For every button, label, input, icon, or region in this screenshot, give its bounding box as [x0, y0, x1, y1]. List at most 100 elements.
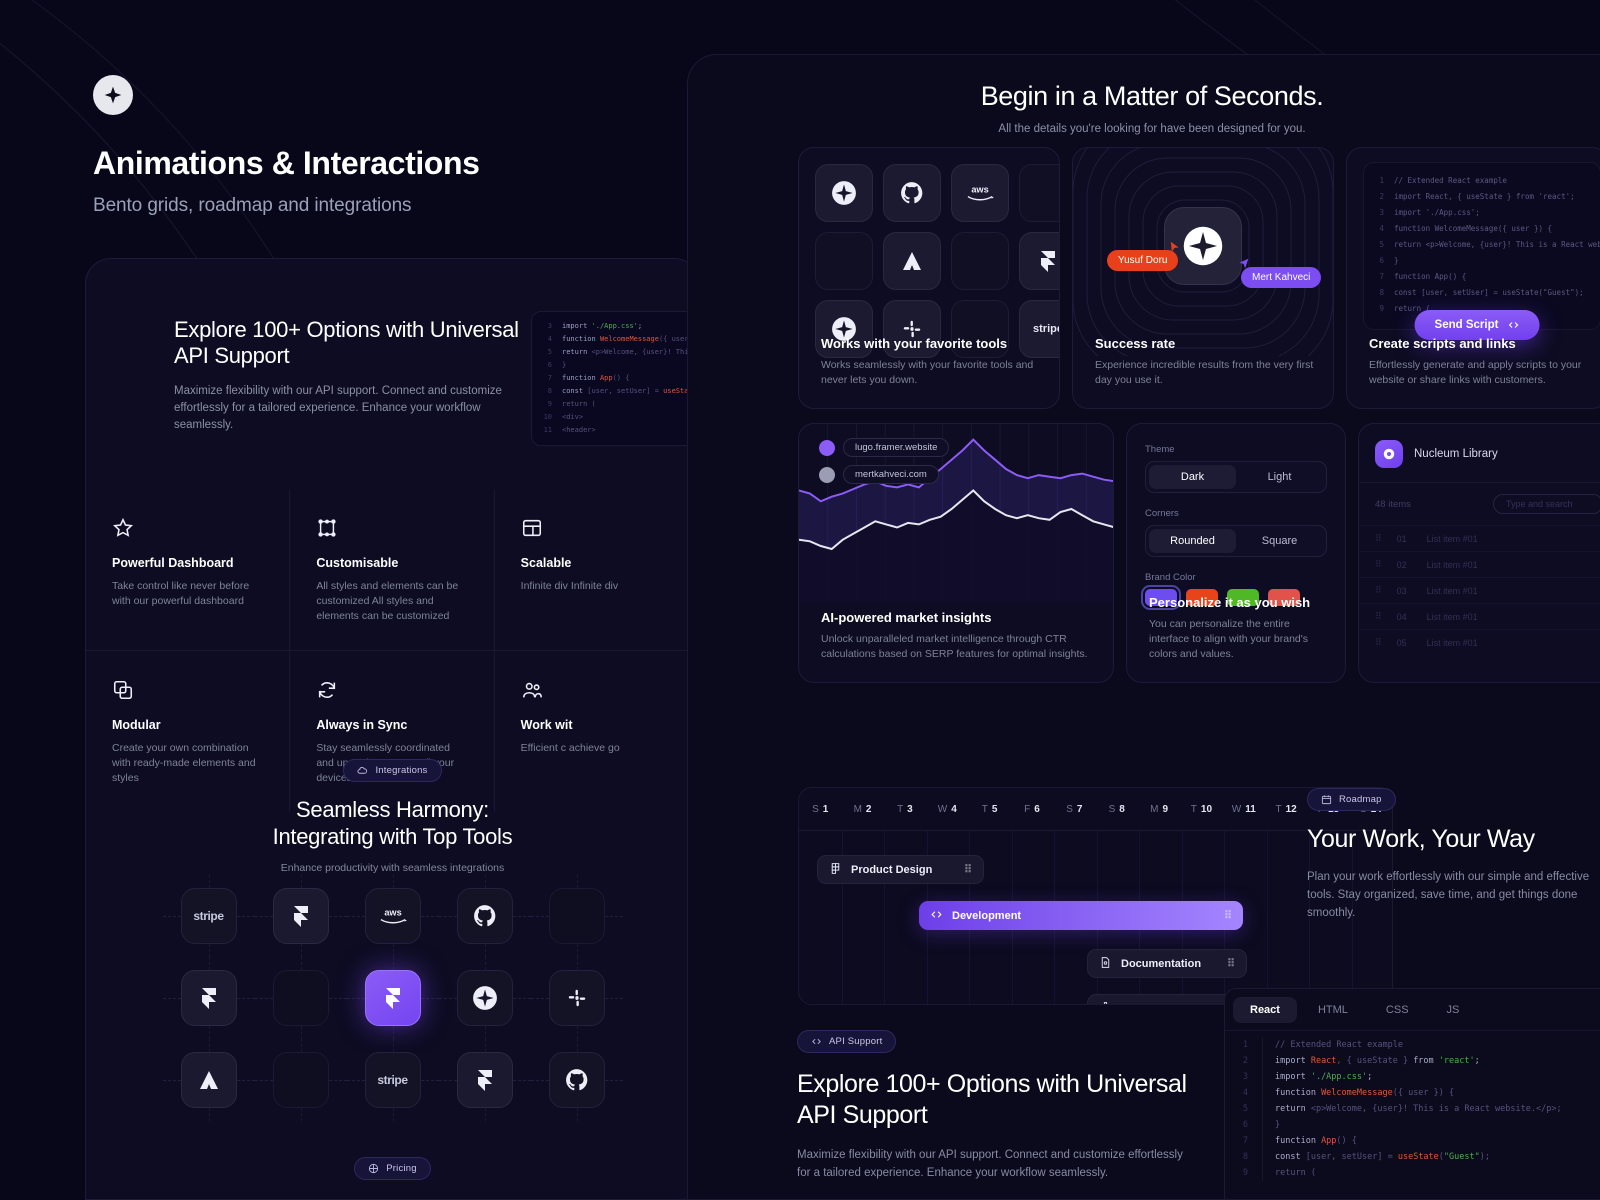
day-letter: T: [897, 803, 904, 815]
framer-active-logo-icon[interactable]: [364, 970, 421, 1026]
library-list-item[interactable]: ⠿ 01 List item #01: [1359, 525, 1600, 551]
pricing-badge[interactable]: Pricing: [354, 1157, 431, 1180]
aws-logo-icon[interactable]: aws: [951, 164, 1009, 222]
framer-logo-icon[interactable]: [272, 888, 329, 944]
framer-logo-icon[interactable]: [1019, 232, 1059, 290]
aws-logo-icon[interactable]: aws: [364, 888, 421, 944]
editor-tab-css[interactable]: CSS: [1369, 997, 1426, 1023]
feature-title: Always in Sync: [316, 718, 408, 732]
line-number: 1: [1379, 176, 1384, 185]
library-list-item[interactable]: ⠿ 04 List item #01: [1359, 603, 1600, 629]
legend-entry[interactable]: lugo.framer.website: [819, 438, 950, 457]
github-logo-icon[interactable]: [456, 888, 513, 944]
library-list-item[interactable]: ⠿ 05 List item #01: [1359, 629, 1600, 655]
code-icon: [1508, 322, 1519, 328]
sparkle-logo-icon[interactable]: [456, 970, 513, 1026]
stripe-logo-icon[interactable]: stripe: [364, 1052, 421, 1108]
api-support-badge[interactable]: API Support: [797, 1030, 897, 1053]
integration-logo-cell: [530, 1039, 623, 1121]
line-text: function App() {: [562, 374, 630, 382]
library-list-item[interactable]: ⠿ 02 List item #01: [1359, 551, 1600, 577]
day-number: 4: [951, 803, 957, 815]
roadmap-task-documentation[interactable]: Documentation ⠿: [1087, 949, 1247, 978]
library-item-label: List item #01: [1426, 637, 1478, 648]
roadmap-task-label: Product Design: [851, 863, 933, 876]
drag-handle-icon[interactable]: ⠿: [1375, 533, 1383, 544]
drag-handle-icon[interactable]: ⠿: [1227, 957, 1235, 970]
line-number: 7: [1379, 272, 1384, 281]
roadmap-badge[interactable]: Roadmap: [1307, 788, 1396, 811]
corners-option-square[interactable]: Square: [1236, 529, 1323, 553]
integration-logo-cell: stripe: [346, 1039, 439, 1121]
code-line: 2 import React, { useState } from 'react'…: [1364, 189, 1600, 205]
roadmap-task-development[interactable]: Development ⠿: [919, 901, 1243, 930]
bento-card-insights: lugo.framer.website mertkahveci.com AI-po…: [798, 423, 1114, 683]
code-line: 4 function WelcomeMessage({ user }) {: [1225, 1085, 1600, 1101]
stripe-logo-icon[interactable]: stripe: [180, 888, 237, 944]
atlassian-logo-icon[interactable]: [883, 232, 941, 290]
line-text: const [user, setUser] = useState("Guest"…: [1275, 1152, 1490, 1162]
integrations-badge[interactable]: Integrations: [343, 759, 442, 782]
page-title: Animations & Interactions: [93, 145, 480, 181]
integration-logo-cell: [162, 957, 255, 1039]
library-toolbar: 48 items Type and search: [1359, 483, 1600, 525]
library-item-label: List item #01: [1426, 585, 1478, 596]
api-support-block: API Support Explore 100+ Options with Un…: [797, 1030, 1197, 1182]
theme-option-dark[interactable]: Dark: [1149, 465, 1236, 489]
theme-segmented-control[interactable]: Dark Light: [1145, 461, 1327, 493]
code-line: 6}: [1225, 1117, 1600, 1133]
code-line: 8 const [user, setUser] = useState("Gues…: [1364, 285, 1600, 301]
brand-color-label: Brand Color: [1145, 572, 1196, 583]
theme-option-light[interactable]: Light: [1236, 465, 1323, 489]
library-list-item[interactable]: ⠿ 03 List item #01: [1359, 577, 1600, 603]
integration-logo-cell: [530, 957, 623, 1039]
drag-handle-icon[interactable]: ⠿: [1375, 559, 1383, 570]
editor-tab-js[interactable]: JS: [1430, 997, 1477, 1023]
roadmap-day-cell: M9: [1138, 788, 1180, 830]
sparkle-logo-icon[interactable]: [815, 164, 873, 222]
line-text: return (: [1275, 1168, 1316, 1178]
feature-desc: Take control like never before with our …: [112, 580, 250, 607]
library-item-count: 48 items: [1375, 498, 1411, 510]
legend-entry[interactable]: mertkahveci.com: [819, 465, 949, 484]
drag-handle-icon[interactable]: ⠿: [1375, 585, 1383, 596]
tool-placeholder[interactable]: [815, 232, 873, 290]
feature-title: Powerful Dashboard: [112, 556, 234, 570]
tool-placeholder[interactable]: [951, 232, 1009, 290]
editor-tab-react[interactable]: React: [1233, 997, 1297, 1023]
roadmap-task-product-design[interactable]: Product Design ⠿: [817, 855, 984, 884]
integration-logo-cell: [438, 875, 531, 957]
tool-placeholder[interactable]: [1019, 164, 1059, 222]
corners-option-rounded[interactable]: Rounded: [1149, 529, 1236, 553]
framer-logo-icon[interactable]: [180, 970, 237, 1026]
line-text: }: [1394, 256, 1399, 265]
corners-label: Corners: [1145, 508, 1179, 519]
corners-segmented-control[interactable]: Rounded Square: [1145, 525, 1327, 557]
code-line: 9 return (: [1225, 1165, 1600, 1181]
github-logo-icon[interactable]: [883, 164, 941, 222]
editor-tab-html[interactable]: HTML: [1301, 997, 1365, 1023]
library-search-input[interactable]: Type and search: [1493, 494, 1600, 514]
logo-placeholder[interactable]: [272, 970, 329, 1026]
github-logo-icon[interactable]: [548, 1052, 605, 1108]
line-number: 4: [547, 335, 552, 343]
library-item-index: 04: [1396, 611, 1407, 622]
slack-logo-icon[interactable]: [548, 970, 605, 1026]
atlassian-logo-icon[interactable]: [180, 1052, 237, 1108]
tag-icon: [369, 1163, 379, 1174]
framer-logo-icon[interactable]: [456, 1052, 513, 1108]
drag-handle-icon[interactable]: ⠿: [1375, 611, 1383, 622]
bento-tools-desc: Works seamlessly with your favorite tool…: [821, 359, 1034, 386]
line-text: function WelcomeMessage({ user }) {: [1275, 1088, 1455, 1098]
drag-handle-icon[interactable]: ⠿: [1375, 637, 1383, 648]
line-text: // Extended React example: [1275, 1040, 1403, 1050]
code-editor: React HTML CSS JS 1 // Extended React exampl…: [1224, 988, 1600, 1200]
drag-handle-icon[interactable]: ⠿: [964, 863, 972, 876]
line-text: return <p>Welcome, {user}! This is a Rea…: [1394, 240, 1600, 249]
day-letter: T: [1275, 803, 1282, 815]
logo-placeholder[interactable]: [272, 1052, 329, 1108]
line-number: 3: [547, 322, 552, 330]
line-number: 8: [1225, 1149, 1263, 1165]
drag-handle-icon[interactable]: ⠿: [1224, 909, 1232, 922]
logo-placeholder[interactable]: [548, 888, 605, 944]
